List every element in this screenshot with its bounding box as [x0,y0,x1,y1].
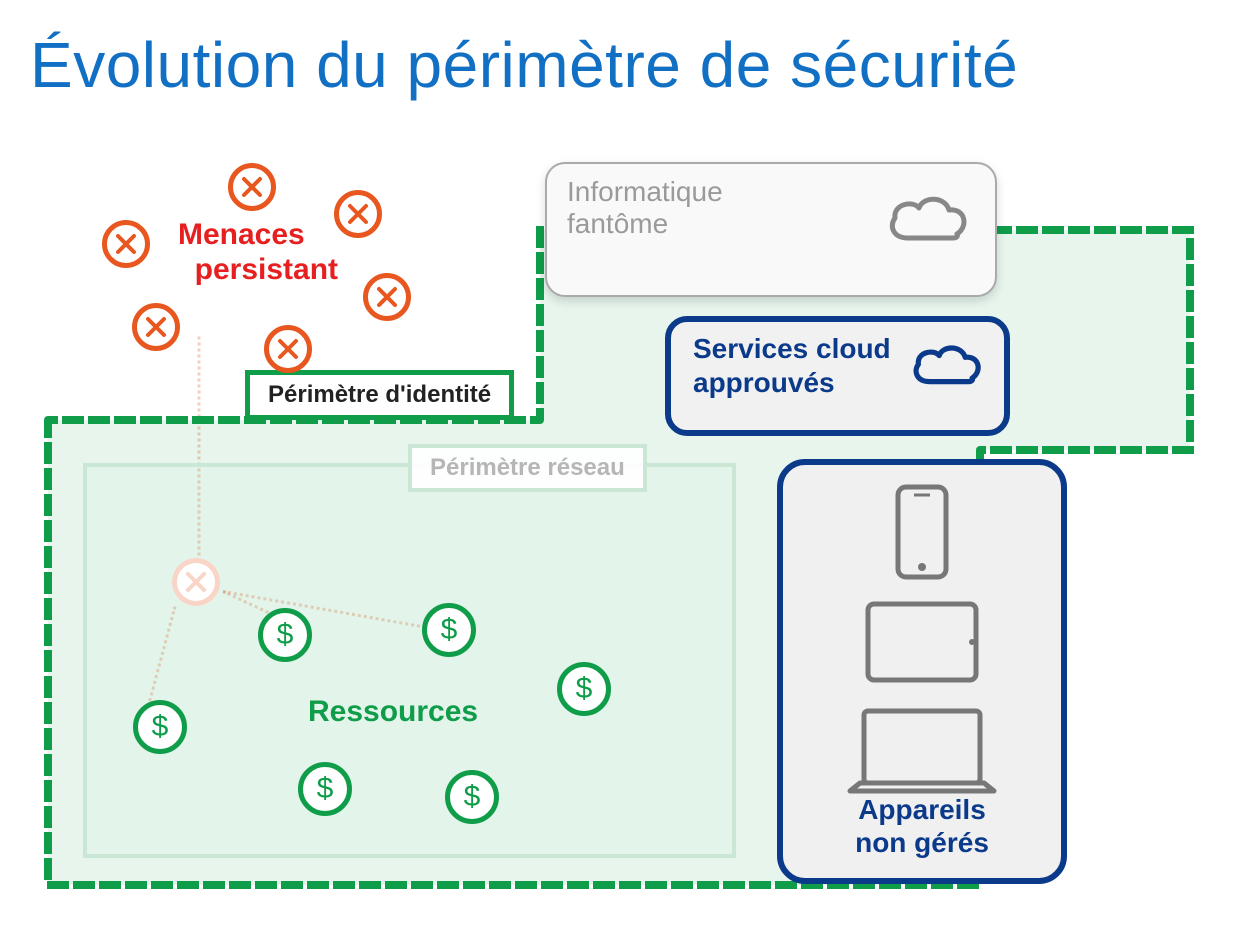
threats-line1: Menaces [178,218,305,251]
shadow-it-line2: fantôme [567,208,668,239]
resource-dollar-icon: $ [133,700,187,754]
threat-x-icon [102,220,150,268]
tablet-icon [862,598,982,693]
threat-x-icon [228,163,276,211]
threats-label: Menaces persistant [178,218,338,287]
threat-x-icon [264,325,312,373]
cloud-icon [908,340,986,400]
threats-line2: persistant [195,253,338,286]
smartphone-icon [892,483,952,588]
approved-cloud-line1: Services cloud [693,333,891,364]
resources-label: Ressources [308,695,478,729]
devices-line1: Appareils [858,794,986,825]
threat-x-icon [132,303,180,351]
threat-x-icon [363,273,411,321]
shadow-it-line1: Informatique [567,176,723,207]
unmanaged-devices-box: Appareils non gérés [777,459,1067,884]
identity-perimeter-label: Périmètre d'identité [245,370,514,420]
diagram-title: Évolution du périmètre de sécurité [30,28,1212,102]
approved-cloud-line2: approuvés [693,367,835,398]
devices-line2: non gérés [855,827,989,858]
resource-dollar-icon: $ [445,770,499,824]
threat-x-icon [172,558,220,606]
shadow-it-box: Informatique fantôme [545,162,997,297]
resource-dollar-icon: $ [258,608,312,662]
threat-x-icon [334,190,382,238]
network-perimeter-label: Périmètre réseau [408,444,647,492]
network-perimeter-box [83,463,736,858]
cloud-icon [883,190,973,257]
resource-dollar-icon: $ [422,603,476,657]
resource-dollar-icon: $ [557,662,611,716]
approved-cloud-box: Services cloud approuvés [665,316,1010,436]
resource-dollar-icon: $ [298,762,352,816]
